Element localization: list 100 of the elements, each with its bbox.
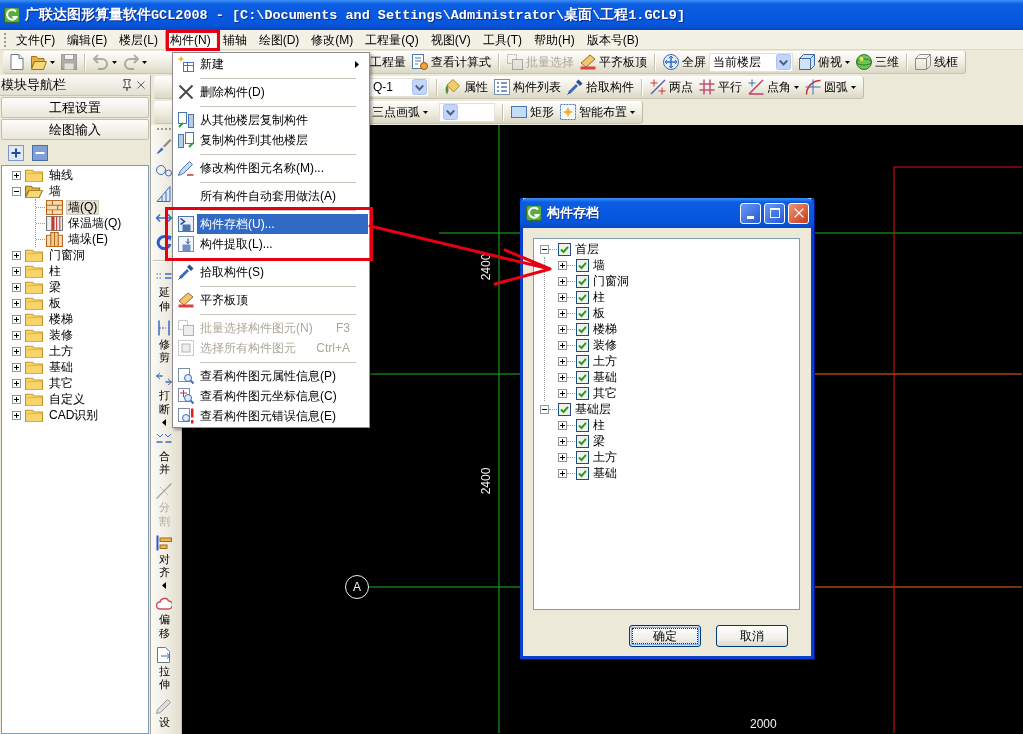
tree-item[interactable]: 其它 bbox=[47, 375, 75, 391]
tree-item[interactable]: 墙 bbox=[47, 183, 63, 199]
floor-dropdown[interactable]: 当前楼层 bbox=[709, 52, 793, 72]
break-button[interactable]: 打断 bbox=[153, 368, 175, 429]
menu-item[interactable]: 编辑(E) bbox=[62, 30, 113, 49]
ok-button[interactable]: 确定 bbox=[629, 625, 701, 647]
tree-item[interactable]: 楼梯 bbox=[592, 321, 618, 337]
expand-icon[interactable] bbox=[12, 378, 21, 388]
expand-icon[interactable] bbox=[12, 346, 21, 356]
expand-icon[interactable] bbox=[12, 314, 21, 324]
expand-icon[interactable] bbox=[12, 394, 21, 404]
parallel-button[interactable]: 平行 bbox=[696, 76, 745, 98]
checkbox[interactable] bbox=[576, 354, 589, 368]
expand-icon[interactable] bbox=[12, 266, 21, 276]
pin-icon[interactable] bbox=[122, 79, 132, 91]
checkbox[interactable] bbox=[576, 418, 589, 432]
collapse-icon[interactable] bbox=[12, 186, 21, 196]
collapse-icon[interactable] bbox=[540, 404, 549, 414]
menu-item[interactable]: 修改(M) bbox=[306, 30, 359, 49]
tree-item[interactable]: 门窗洞 bbox=[592, 273, 630, 289]
properties-button[interactable]: 属性 bbox=[442, 76, 491, 98]
menu-item[interactable]: 修改构件图元名称(M)... bbox=[174, 158, 368, 178]
tree-item[interactable]: 装修 bbox=[592, 337, 618, 353]
menu-item[interactable]: 辅轴 bbox=[217, 30, 252, 49]
tree-item[interactable]: 门窗洞 bbox=[47, 247, 87, 263]
arc-button[interactable]: 圆弧 bbox=[802, 76, 859, 98]
checkbox[interactable] bbox=[576, 290, 589, 304]
quantity-button[interactable]: 工程量 bbox=[367, 51, 409, 73]
tree-item[interactable]: CAD识别 bbox=[47, 407, 101, 423]
expand-icon[interactable] bbox=[12, 282, 21, 292]
expand-icon[interactable] bbox=[558, 420, 567, 430]
merge-button[interactable]: 合并 bbox=[153, 428, 175, 480]
checkbox[interactable] bbox=[558, 402, 571, 416]
checkbox[interactable] bbox=[576, 258, 589, 272]
maximize-button[interactable] bbox=[764, 202, 785, 224]
expand-icon[interactable] bbox=[558, 468, 567, 478]
expand-all-icon[interactable] bbox=[8, 144, 24, 161]
tree-item[interactable]: 基础 bbox=[47, 359, 75, 375]
close-button[interactable] bbox=[788, 202, 809, 224]
cancel-button[interactable]: 取消 bbox=[716, 625, 788, 647]
tree-item[interactable]: 土方 bbox=[592, 353, 618, 369]
checkbox[interactable] bbox=[576, 306, 589, 320]
tree-item[interactable]: 轴线 bbox=[47, 167, 75, 183]
tree-item[interactable]: 楼梯 bbox=[47, 311, 75, 327]
collapse-all-icon[interactable] bbox=[32, 144, 48, 161]
section-button[interactable]: 工程设置 bbox=[1, 97, 149, 118]
tool-button[interactable]: 设 bbox=[153, 695, 175, 733]
expand-icon[interactable] bbox=[12, 410, 21, 420]
three-point-arc-button[interactable]: 三点画弧 bbox=[369, 101, 431, 123]
menu-item[interactable]: 文件(F) bbox=[11, 30, 61, 49]
tree-item[interactable]: 柱 bbox=[47, 263, 63, 279]
menu-item[interactable]: 查看构件图元错误信息(E) bbox=[174, 406, 368, 426]
menu-item[interactable]: 查看构件图元坐标信息(C) bbox=[174, 386, 368, 406]
brush-icon[interactable] bbox=[156, 138, 172, 154]
rotate-icon[interactable] bbox=[156, 234, 172, 250]
tree-item[interactable]: 柱 bbox=[592, 289, 606, 305]
rectangle-button[interactable]: 矩形 bbox=[508, 101, 557, 123]
expand-icon[interactable] bbox=[558, 260, 567, 270]
menu-item[interactable]: 新建 bbox=[174, 54, 368, 74]
checkbox[interactable] bbox=[576, 386, 589, 400]
tree-item[interactable]: 装修 bbox=[47, 327, 75, 343]
tree-item[interactable]: 梁 bbox=[47, 279, 63, 295]
menu-item[interactable]: 从其他楼层复制构件 bbox=[174, 110, 368, 130]
3d-view-button[interactable]: 三维 bbox=[853, 51, 902, 73]
tree-item[interactable]: 基础 bbox=[592, 465, 618, 481]
expand-icon[interactable] bbox=[558, 436, 567, 446]
expand-icon[interactable] bbox=[12, 170, 21, 180]
collapse-icon[interactable] bbox=[540, 244, 549, 254]
expand-icon[interactable] bbox=[558, 340, 567, 350]
menu-item[interactable]: 拾取构件(S) bbox=[174, 262, 368, 282]
tree-item[interactable]: 墙(Q) bbox=[66, 199, 100, 215]
expand-icon[interactable] bbox=[12, 298, 21, 308]
tree-item[interactable]: 墙垛(E) bbox=[66, 231, 110, 247]
expand-icon[interactable] bbox=[12, 330, 21, 340]
triangle-icon[interactable] bbox=[156, 186, 172, 202]
minimize-button[interactable] bbox=[740, 202, 761, 224]
smart-layout-button[interactable]: 智能布置 bbox=[557, 101, 638, 123]
menu-item[interactable]: 视图(V) bbox=[425, 30, 476, 49]
menu-item[interactable]: 版本号(B) bbox=[581, 30, 644, 49]
menu-item[interactable]: 帮助(H) bbox=[529, 30, 580, 49]
two-circles-icon[interactable] bbox=[156, 162, 172, 178]
menu-item[interactable]: 构件提取(L)... bbox=[174, 234, 368, 254]
point-angle-button[interactable]: 点角 bbox=[745, 76, 802, 98]
menu-item[interactable]: 楼层(L) bbox=[114, 30, 163, 49]
menu-item[interactable]: 绘图(D) bbox=[253, 30, 305, 49]
checkbox[interactable] bbox=[576, 370, 589, 384]
stretch-button[interactable]: 拉伸 bbox=[153, 643, 175, 695]
tree-item[interactable]: 基础层 bbox=[574, 401, 612, 417]
tree-item[interactable]: 墙 bbox=[592, 257, 606, 273]
tree-item[interactable]: 板 bbox=[47, 295, 63, 311]
section-button[interactable]: 绘图输入 bbox=[1, 119, 149, 140]
checkbox[interactable] bbox=[576, 338, 589, 352]
expand-icon[interactable] bbox=[558, 292, 567, 302]
component-list-button[interactable]: 构件列表 bbox=[491, 76, 564, 98]
align-button[interactable]: 对齐 bbox=[153, 531, 175, 592]
close-icon[interactable] bbox=[137, 81, 145, 89]
offset-button[interactable]: 偏移 bbox=[153, 592, 175, 644]
menu-item[interactable]: 工程量(Q) bbox=[360, 30, 424, 49]
menu-item[interactable]: 工具(T) bbox=[477, 30, 527, 49]
tree-item[interactable]: 梁 bbox=[592, 433, 606, 449]
